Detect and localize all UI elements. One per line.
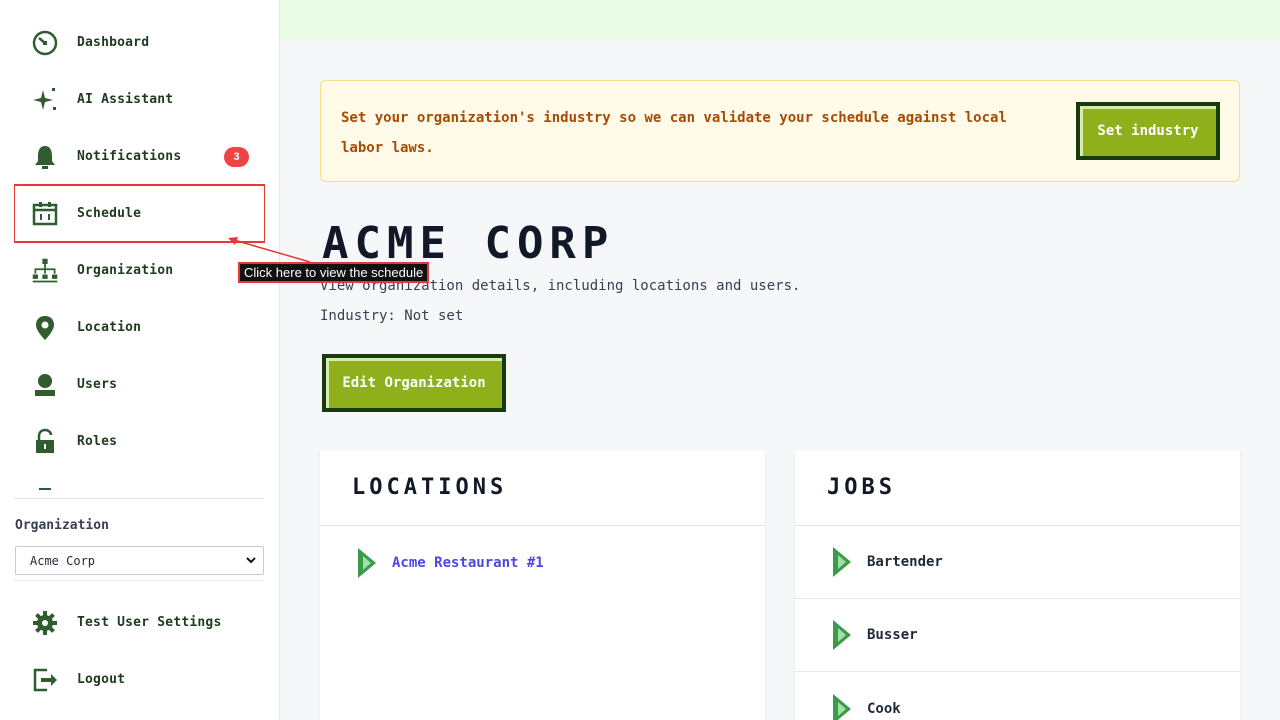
location-link[interactable]: Acme Restaurant #1 xyxy=(392,555,544,571)
sidebar-item-label: Organization xyxy=(77,263,174,278)
organization-label: Organization xyxy=(15,518,109,533)
organization-select[interactable]: Acme Corp xyxy=(15,546,264,575)
locations-title: LOCATIONS xyxy=(320,450,765,526)
chevron-down-icon xyxy=(245,554,257,566)
industry-alert: Set your organization's industry so we c… xyxy=(320,80,1240,182)
calendar-icon xyxy=(30,199,60,229)
job-marker-icon xyxy=(831,618,855,652)
sidebar-item-location[interactable]: Location xyxy=(14,299,265,356)
gear-icon xyxy=(30,608,60,638)
sidebar-item-users[interactable]: Users xyxy=(14,356,265,413)
user-icon xyxy=(30,370,60,400)
sidebar-divider xyxy=(14,498,264,499)
map-pin-icon xyxy=(30,313,60,343)
org-chart-icon xyxy=(30,256,60,286)
set-industry-button[interactable]: Set industry xyxy=(1076,102,1220,160)
lock-icon xyxy=(30,427,60,457)
industry-status: Industry: Not set xyxy=(320,308,464,324)
sidebar-item-logout[interactable]: Logout xyxy=(14,651,265,708)
bell-icon xyxy=(30,142,60,172)
sidebar-item-label: Logout xyxy=(77,672,126,687)
sidebar-item-partial[interactable] xyxy=(14,470,265,490)
organization-select-value: Acme Corp xyxy=(30,553,96,568)
dashboard-icon xyxy=(30,28,60,58)
sidebar-item-roles[interactable]: Roles xyxy=(14,413,265,470)
sidebar-item-label: Test User Settings xyxy=(77,615,222,630)
annotation-callout: Click here to view the schedule xyxy=(238,262,430,283)
job-name: Busser xyxy=(867,627,918,643)
logout-icon xyxy=(30,665,60,695)
location-marker-icon xyxy=(356,546,380,580)
sidebar-item-label: Roles xyxy=(77,434,118,449)
locations-card: LOCATIONS Acme Restaurant #1 xyxy=(320,450,765,720)
sidebar-item-label: Users xyxy=(77,377,118,392)
alert-message: Set your organization's industry so we c… xyxy=(341,110,1007,156)
partial-menu-icon xyxy=(30,484,60,490)
sidebar-divider xyxy=(14,580,264,581)
sidebar-item-label: Notifications xyxy=(77,149,182,164)
sparkle-icon xyxy=(30,85,60,115)
sidebar-item-notifications[interactable]: Notifications 3 xyxy=(14,128,265,185)
list-item[interactable]: Cook xyxy=(795,672,1240,720)
sidebar-item-label: AI Assistant xyxy=(77,92,174,107)
list-item[interactable]: Bartender xyxy=(795,526,1240,599)
sidebar-item-test-user-settings[interactable]: Test User Settings xyxy=(14,594,265,651)
job-name: Bartender xyxy=(867,554,943,570)
job-name: Cook xyxy=(867,700,901,717)
sidebar-item-dashboard[interactable]: Dashboard xyxy=(14,14,265,71)
job-marker-icon xyxy=(831,545,855,579)
edit-organization-button[interactable]: Edit Organization xyxy=(322,354,506,412)
sidebar-item-label: Dashboard xyxy=(77,35,150,50)
job-marker-icon xyxy=(831,692,855,720)
sidebar-bottom-nav: Test User Settings Logout xyxy=(14,594,265,708)
sidebar-item-label: Location xyxy=(77,320,142,335)
sidebar: Dashboard AI Assistant Notifications 3 S… xyxy=(0,0,280,720)
top-bar xyxy=(280,0,1280,40)
notification-count-badge: 3 xyxy=(224,146,249,167)
jobs-title: JOBS xyxy=(795,450,1240,526)
jobs-card: JOBS Bartender Busser Cook xyxy=(795,450,1240,720)
sidebar-item-label: Schedule xyxy=(77,206,142,221)
list-item[interactable]: Acme Restaurant #1 xyxy=(320,526,765,599)
list-item[interactable]: Busser xyxy=(795,599,1240,672)
sidebar-item-ai-assistant[interactable]: AI Assistant xyxy=(14,71,265,128)
